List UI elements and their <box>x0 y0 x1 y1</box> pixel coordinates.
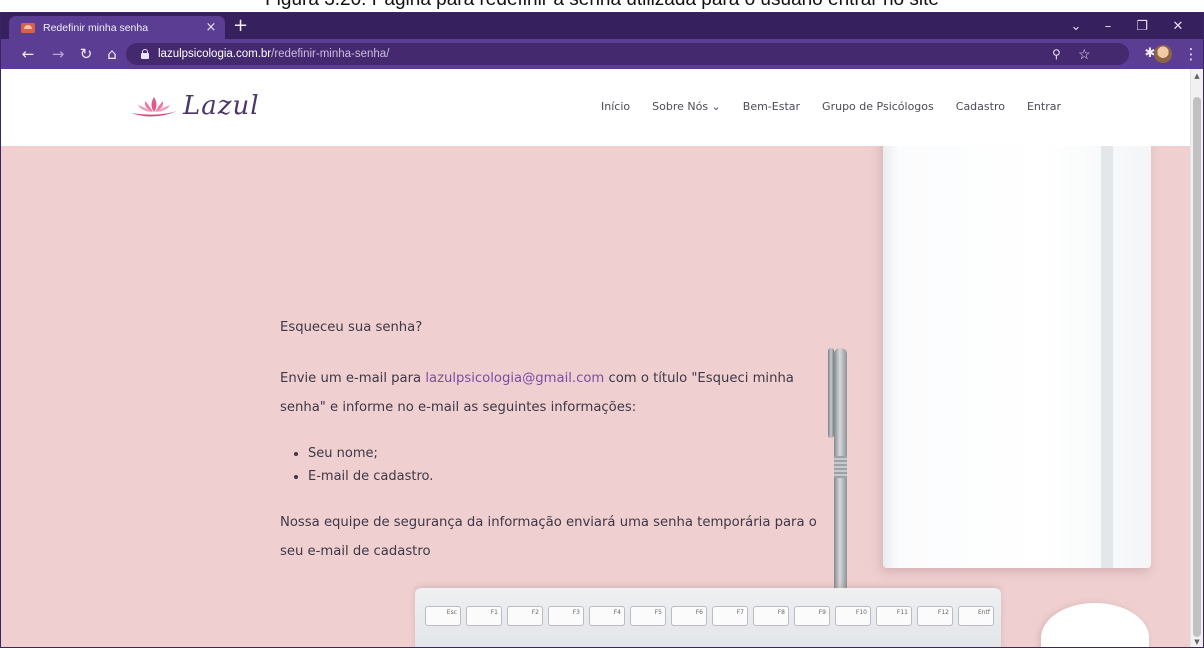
keyboard-key: F9 <box>794 606 830 626</box>
main-nav: Início Sobre Nós ⌄ Bem-Estar Grupo de Ps… <box>601 100 1061 113</box>
menu-icon[interactable]: ⋮ <box>1182 45 1200 63</box>
keyboard-key: F7 <box>712 606 748 626</box>
star-icon[interactable]: ☆ <box>1078 43 1091 65</box>
reset-password-content: Esqueceu sua senha? Envie um e-mail para… <box>280 313 840 566</box>
tab-strip: Redefinir minha senha × + ⌄ – ❐ ✕ <box>1 13 1203 39</box>
list-item: E-mail de cadastro. <box>308 465 840 488</box>
list-item: Seu nome; <box>308 442 840 465</box>
nav-item-grupo-psicologos[interactable]: Grupo de Psicólogos <box>822 100 934 113</box>
browser-window: Redefinir minha senha × + ⌄ – ❐ ✕ ← → ↻ … <box>0 12 1204 648</box>
nav-item-entrar[interactable]: Entrar <box>1027 100 1061 113</box>
reload-icon[interactable]: ↻ <box>77 45 95 63</box>
nav-item-cadastro[interactable]: Cadastro <box>956 100 1005 113</box>
keyboard-key: F5 <box>630 606 666 626</box>
tab-title: Redefinir minha senha <box>43 21 149 34</box>
nav-item-sobre-nos[interactable]: Sobre Nós ⌄ <box>652 100 721 113</box>
keyboard-key: F8 <box>753 606 789 626</box>
back-icon[interactable]: ← <box>19 45 37 63</box>
restore-button[interactable]: ❐ <box>1127 13 1157 39</box>
url-domain: lazulpsicologia.com.br <box>158 48 272 60</box>
keyboard-key: Entf <box>958 606 994 626</box>
keyboard-key: F4 <box>589 606 625 626</box>
keyboard-key: Esc <box>425 606 461 626</box>
required-info-list: Seu nome; E-mail de cadastro. <box>280 442 840 488</box>
tab-redefinir-senha[interactable]: Redefinir minha senha × <box>9 16 225 39</box>
figure-caption-text: Figura 3.20: Página para redefinir a sen… <box>0 0 1204 11</box>
logo-text: Lazul <box>183 91 260 121</box>
mouse-image <box>1041 603 1149 647</box>
scrollbar-thumb[interactable] <box>1193 97 1201 637</box>
keyboard-key: F1 <box>466 606 502 626</box>
lock-icon[interactable] <box>140 49 150 59</box>
scroll-down-icon[interactable]: ▼ <box>1191 638 1203 646</box>
keyboard-key: F6 <box>671 606 707 626</box>
forgot-password-heading: Esqueceu sua senha? <box>280 320 423 335</box>
minimize-button[interactable]: – <box>1093 13 1123 39</box>
zoom-icon[interactable]: ⚲ <box>1052 43 1061 65</box>
home-icon[interactable]: ⌂ <box>103 45 121 63</box>
lotus-icon <box>131 97 177 117</box>
email-link[interactable]: lazulpsicologia@gmail.com <box>425 371 604 386</box>
tab-close-icon[interactable]: × <box>203 20 219 35</box>
tab-search-icon[interactable]: ⌄ <box>1063 13 1089 39</box>
browser-toolbar: ← → ↻ ⌂ lazulpsicologia.com.br /redefini… <box>1 39 1203 69</box>
site-logo[interactable]: Lazul <box>129 91 260 121</box>
keyboard-key: F2 <box>507 606 543 626</box>
notebook-image <box>883 146 1151 568</box>
close-window-button[interactable]: ✕ <box>1163 13 1193 39</box>
keyboard-image: Esc F1 F2 F3 F4 F5 F6 F7 F8 F9 F10 F11 F12 Entf <box>415 588 1001 647</box>
nav-item-inicio[interactable]: Início <box>601 100 630 113</box>
nav-item-bem-estar[interactable]: Bem-Estar <box>743 100 800 113</box>
new-tab-button[interactable]: + <box>233 16 248 36</box>
page-viewport: Lazul Início Sobre Nós ⌄ Bem-Estar Grupo… <box>1 69 1191 647</box>
scrollbar[interactable]: ▲ ▼ <box>1190 69 1203 647</box>
hero-section: Esc F1 F2 F3 F4 F5 F6 F7 F8 F9 F10 F11 F12 Entf Esque… <box>1 146 1191 647</box>
instruction-text: Envie um e-mail para lazulpsicologia@gma… <box>280 371 794 415</box>
avatar[interactable] <box>1154 45 1172 63</box>
favicon-icon <box>21 22 35 33</box>
keyboard-key: F11 <box>876 606 912 626</box>
site-header: Lazul Início Sobre Nós ⌄ Bem-Estar Grupo… <box>1 69 1191 146</box>
address-bar[interactable]: lazulpsicologia.com.br /redefinir-minha-… <box>126 43 1129 65</box>
keyboard-key: F12 <box>917 606 953 626</box>
keyboard-key: F10 <box>835 606 871 626</box>
closing-text: Nossa equipe de segurança da informação … <box>280 515 817 559</box>
forward-icon[interactable]: → <box>49 45 67 63</box>
figure-caption: Figura 3.20: Página para redefinir a sen… <box>0 0 1204 12</box>
url-path: /redefinir-minha-senha/ <box>271 48 390 60</box>
keyboard-key: F3 <box>548 606 584 626</box>
scroll-up-icon[interactable]: ▲ <box>1191 72 1203 80</box>
